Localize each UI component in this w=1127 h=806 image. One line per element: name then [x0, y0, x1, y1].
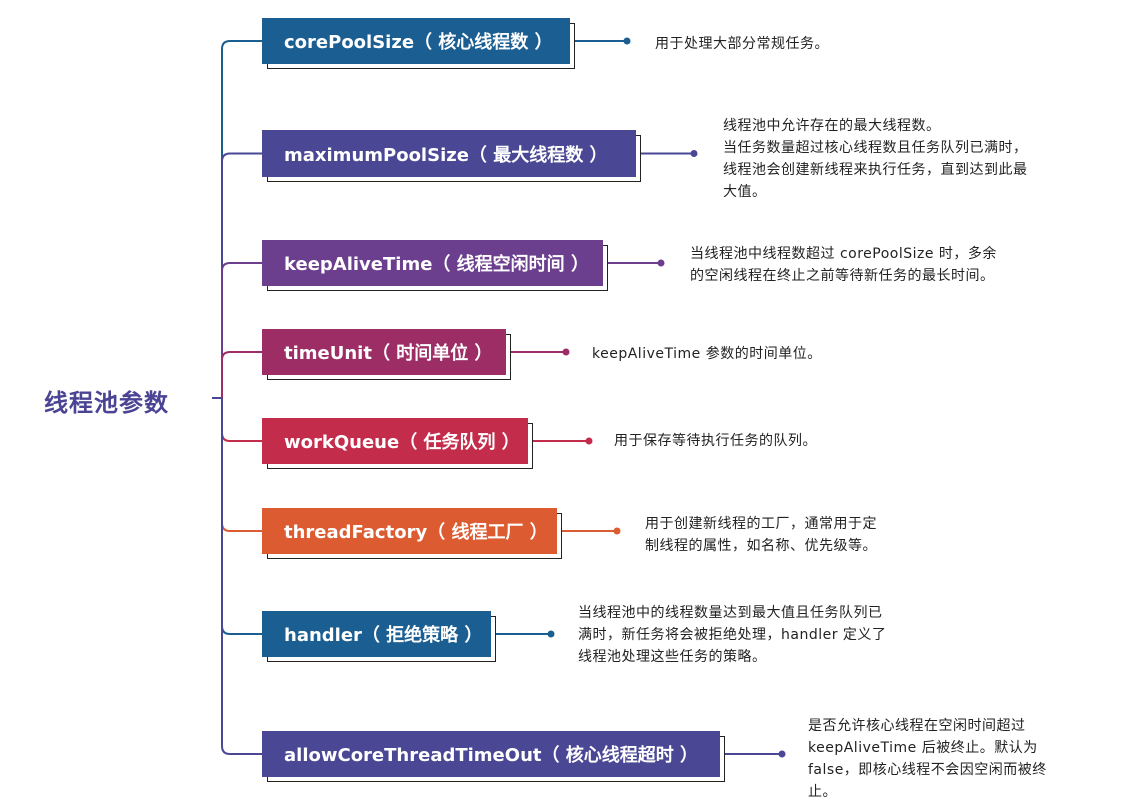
connector-dot	[613, 527, 621, 535]
connector-dot	[547, 630, 555, 638]
param-label: handler（ 拒绝策略 ）	[262, 611, 491, 657]
param-description: 用于创建新线程的工厂，通常用于定 制线程的属性，如名称、优先级等。	[645, 516, 877, 554]
param-description: 当线程池中线程数超过 corePoolSize 时，多余 的空闲线程在终止之前等…	[690, 246, 997, 284]
connector-dot	[623, 37, 631, 45]
param-label: keepAliveTime（ 线程空闲时间 ）	[262, 240, 603, 286]
param-label: allowCoreThreadTimeOut（ 核心线程超时 ）	[262, 731, 720, 777]
branch-line	[221, 262, 262, 398]
param-label: workQueue（ 任务队列 ）	[262, 418, 528, 464]
connector-dot	[657, 259, 665, 267]
param-node-corepoolsize: corePoolSize（ 核心线程数 ）	[262, 18, 575, 69]
param-node-workqueue: workQueue（ 任务队列 ）	[262, 418, 533, 469]
param-node-allowcorethreadtimeout: allowCoreThreadTimeOut（ 核心线程超时 ）	[262, 731, 725, 782]
param-label: timeUnit（ 时间单位 ）	[262, 329, 506, 375]
branch-line	[221, 398, 262, 755]
param-description: 线程池中允许存在的最大线程数。 当任务数量超过核心线程数且任务队列已满时， 线程…	[723, 118, 1028, 200]
connector-dot	[585, 437, 593, 445]
connector-dot	[690, 150, 698, 157]
branch-line	[221, 398, 262, 635]
branch-line	[221, 351, 262, 398]
param-label: corePoolSize（ 核心线程数 ）	[262, 18, 570, 64]
branch-line	[221, 152, 262, 398]
param-label: threadFactory（ 线程工厂 ）	[262, 508, 557, 554]
param-node-keepalivetime: keepAliveTime（ 线程空闲时间 ）	[262, 240, 608, 291]
connector-dot	[778, 750, 786, 758]
param-node-maximumpoolsize: maximumPoolSize（ 最大线程数 ）	[262, 130, 641, 182]
param-node-threadfactory: threadFactory（ 线程工厂 ）	[262, 508, 562, 559]
param-description: 当线程池中的线程数量达到最大值且任务队列已 满时，新任务将会被拒绝处理，hand…	[578, 605, 887, 665]
param-description: keepAliveTime 参数的时间单位。	[592, 346, 822, 362]
param-description: 用于处理大部分常规任务。	[655, 36, 829, 52]
branch-line	[221, 398, 262, 532]
param-description: 用于保存等待执行任务的队列。	[614, 433, 817, 449]
root-topic: 线程池参数	[44, 389, 169, 417]
param-node-handler: handler（ 拒绝策略 ）	[262, 611, 496, 662]
param-description: 是否允许核心线程在空闲时间超过 keepAliveTime 后被终止。默认为 f…	[808, 718, 1047, 800]
param-label: maximumPoolSize（ 最大线程数 ）	[262, 130, 636, 177]
branch-line	[221, 398, 262, 442]
branch-line	[221, 40, 262, 398]
param-node-timeunit: timeUnit（ 时间单位 ）	[262, 329, 511, 380]
connector-dot	[562, 348, 570, 356]
